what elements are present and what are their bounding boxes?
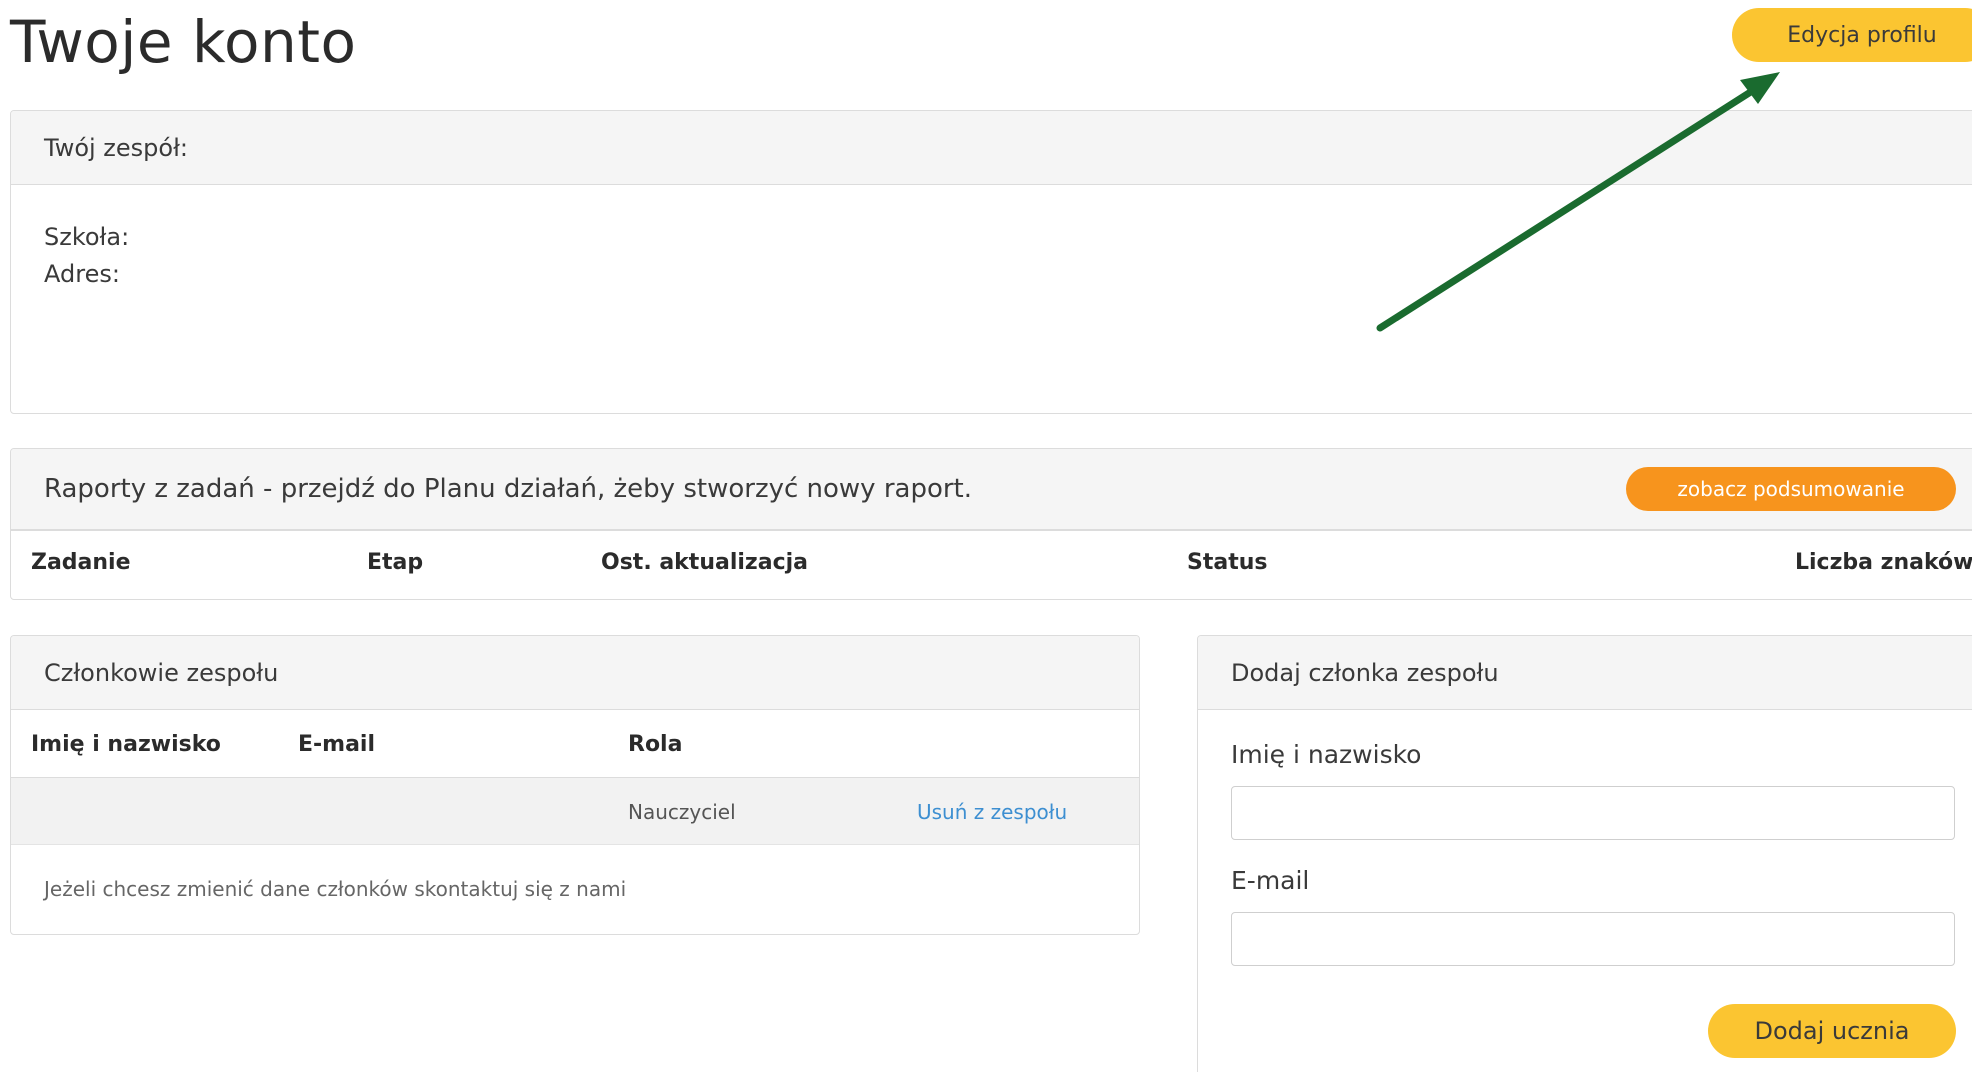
reports-table-header: Zadanie Etap Ost. aktualizacja Status Li… — [11, 531, 1972, 597]
edit-profile-button[interactable]: Edycja profilu — [1732, 8, 1972, 62]
email-field[interactable] — [1231, 912, 1955, 966]
column-header-task: Zadanie — [31, 550, 131, 575]
reports-header-text: Raporty z zadań - przejdź do Planu dział… — [44, 474, 973, 504]
column-header-stage: Etap — [367, 550, 424, 575]
column-header-status: Status — [1187, 550, 1268, 575]
column-header-char-count: Liczba znaków — [1795, 550, 1972, 575]
column-header-name: Imię i nazwisko — [31, 732, 221, 757]
reports-panel: Raporty z zadań - przejdź do Planu dział… — [10, 448, 1972, 600]
team-panel-body: Szkoła: Adres: — [11, 185, 1972, 293]
add-member-panel: Dodaj członka zespołu Imię i nazwisko E-… — [1197, 635, 1972, 1072]
name-field-label: Imię i nazwisko — [1231, 740, 1422, 769]
remove-from-team-link[interactable]: Usuń z zespołu — [917, 800, 1067, 824]
account-page: Twoje konto Edycja profilu Twój zespół: … — [0, 0, 1972, 1072]
member-role: Nauczyciel — [628, 800, 736, 824]
address-label: Adres: — [44, 260, 120, 288]
column-header-last-update: Ost. aktualizacja — [601, 550, 808, 575]
members-table-header: Imię i nazwisko E-mail Rola — [11, 710, 1139, 778]
members-note: Jeżeli chcesz zmienić dane członków skon… — [44, 877, 627, 901]
team-panel-header: Twój zespół: — [11, 111, 1972, 185]
school-label: Szkoła: — [44, 223, 130, 251]
column-header-role: Rola — [628, 732, 683, 757]
page-title: Twoje konto — [10, 8, 357, 76]
email-field-label: E-mail — [1231, 866, 1310, 895]
team-panel: Twój zespół: Szkoła: Adres: — [10, 110, 1972, 414]
reports-panel-header: Raporty z zadań - przejdź do Planu dział… — [11, 449, 1972, 531]
add-member-panel-header: Dodaj członka zespołu — [1198, 636, 1972, 710]
summary-button[interactable]: zobacz podsumowanie — [1626, 467, 1956, 511]
table-row: Nauczyciel Usuń z zespołu — [11, 778, 1139, 845]
members-panel-header: Członkowie zespołu — [11, 636, 1139, 710]
column-header-email: E-mail — [298, 732, 376, 757]
members-panel: Członkowie zespołu Imię i nazwisko E-mai… — [10, 635, 1140, 935]
name-field[interactable] — [1231, 786, 1955, 840]
add-student-button[interactable]: Dodaj ucznia — [1708, 1004, 1956, 1058]
